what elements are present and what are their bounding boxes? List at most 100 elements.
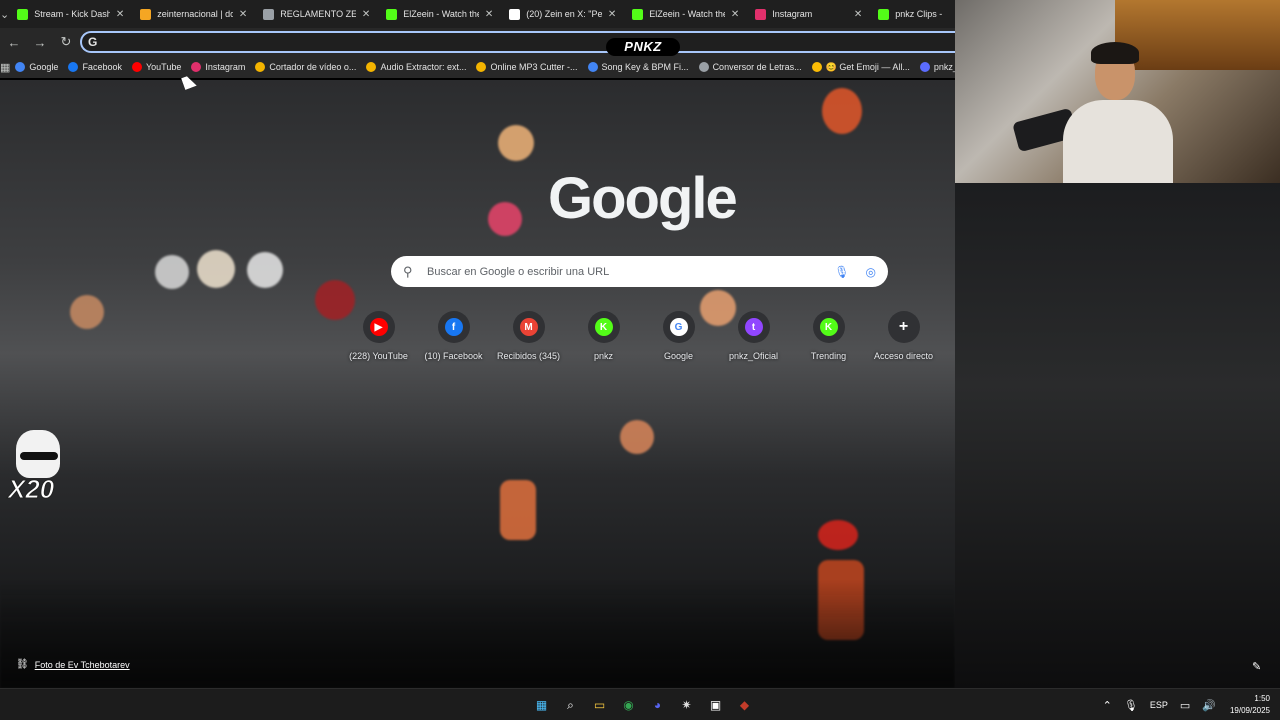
- screen: ⌄ Stream - Kick Dashbo ✕ zeinternacional…: [0, 0, 1280, 720]
- language-indicator[interactable]: ESP: [1150, 700, 1168, 710]
- tab-search-button[interactable]: ⌄: [0, 0, 9, 28]
- shortcut-tile[interactable]: f (10) Facebook: [416, 311, 491, 361]
- kick-icon: K: [594, 318, 613, 336]
- browser-tab[interactable]: Stream - Kick Dashbo ✕: [9, 0, 132, 28]
- clock[interactable]: 1:50 19/09/2025: [1230, 693, 1270, 717]
- shortcut-circle: K: [587, 311, 620, 343]
- shortcut-circle: t: [737, 311, 770, 343]
- chrome-icon[interactable]: ◉: [617, 693, 641, 717]
- bookmark-item[interactable]: Google: [10, 62, 63, 73]
- streamer-hair: [1091, 42, 1139, 64]
- browser-tab[interactable]: (20) Zein en X: "Pero ✕: [501, 0, 624, 28]
- forward-button[interactable]: →: [28, 30, 52, 54]
- user-icon: [919, 62, 930, 72]
- file-explorer-icon[interactable]: ▭: [588, 693, 612, 717]
- address-bar[interactable]: G: [80, 31, 955, 53]
- bookmark-item[interactable]: Instagram: [186, 62, 250, 73]
- close-icon[interactable]: ✕: [362, 9, 370, 20]
- search-placeholder: Buscar en Google o escribir una URL: [427, 265, 610, 278]
- kick-icon: [632, 8, 644, 20]
- close-icon[interactable]: ✕: [608, 9, 616, 20]
- bookmark-label: 😊 Get Emoji — All...: [825, 61, 910, 72]
- streamer-body: [1063, 100, 1173, 183]
- close-icon[interactable]: ✕: [116, 9, 124, 20]
- bookmark-item[interactable]: Conversor de Letras...: [694, 62, 807, 73]
- voice-search-icon[interactable]: 🎙: [834, 265, 849, 279]
- shortcut-tile[interactable]: + Acceso directo: [866, 311, 941, 361]
- close-icon[interactable]: ✕: [854, 9, 862, 20]
- browser-tab[interactable]: ElZeein - Watch the V ✕: [378, 0, 501, 28]
- audio-icon: [366, 62, 377, 72]
- tab-title: ElZeein - Watch the V: [403, 9, 479, 19]
- network-icon[interactable]: ▭: [1180, 699, 1190, 712]
- start-icon[interactable]: ▦: [530, 693, 554, 717]
- browser-tab[interactable]: ElZeein - Watch the V ✕: [624, 0, 747, 28]
- instagram-icon: [755, 8, 767, 20]
- lens-icon[interactable]: ◎: [866, 265, 876, 279]
- x20-logo: X20: [7, 430, 64, 505]
- google-icon: [15, 62, 26, 72]
- photo-credit[interactable]: ⛓ Foto de Ev Tchebotarev: [16, 659, 130, 670]
- dota-icon[interactable]: ◆: [733, 693, 757, 717]
- webcam-overlay: [955, 0, 1280, 183]
- bookmark-label: Cortador de vídeo o...: [269, 62, 357, 72]
- z-icon: [140, 8, 152, 20]
- bookmark-item[interactable]: Facebook: [63, 62, 127, 73]
- bookmark-item[interactable]: Online MP3 Cutter -...: [471, 62, 582, 73]
- shortcut-tile[interactable]: G Google: [641, 311, 716, 361]
- shortcut-tile[interactable]: t pnkz_Oficial: [716, 311, 791, 361]
- kick-icon: K: [819, 318, 838, 336]
- shortcut-label: (10) Facebook: [424, 351, 483, 361]
- search-icon[interactable]: ⌕: [559, 693, 583, 717]
- background-photo: [0, 80, 955, 688]
- bookmark-item[interactable]: Song Key & BPM Fi...: [583, 62, 694, 73]
- tab-title: ElZeein - Watch the V: [649, 9, 725, 19]
- shortcut-label: Google: [663, 351, 694, 361]
- chevron-up-icon[interactable]: ⌃: [1103, 699, 1112, 712]
- google-icon: G: [669, 318, 688, 336]
- back-button[interactable]: ←: [2, 30, 26, 54]
- bookmark-item[interactable]: Cortador de vídeo o...: [250, 62, 361, 73]
- shortcut-tile[interactable]: K Trending: [791, 311, 866, 361]
- tab-strip: ⌄ Stream - Kick Dashbo ✕ zeinternacional…: [0, 0, 985, 28]
- add-icon: +: [898, 318, 909, 335]
- capture-icon[interactable]: ▣: [704, 693, 728, 717]
- shortcut-tile[interactable]: K pnkz: [566, 311, 641, 361]
- close-icon[interactable]: ✕: [485, 9, 493, 20]
- volume-icon[interactable]: 🔊: [1202, 699, 1216, 712]
- bookmark-item[interactable]: 😊 Get Emoji — All...: [807, 62, 915, 73]
- arrow-left-icon: ←: [7, 34, 21, 50]
- address-input[interactable]: [103, 35, 604, 49]
- microphone-icon[interactable]: 🎙: [1124, 699, 1138, 712]
- cutter-icon: [255, 62, 266, 72]
- stream-brand-badge: PNKZ: [606, 38, 680, 56]
- browser-tab[interactable]: REGLAMENTO ZEINT ✕: [255, 0, 378, 28]
- bookmark-label: Online MP3 Cutter -...: [490, 62, 578, 72]
- gmail-icon: M: [519, 318, 538, 336]
- close-icon[interactable]: ✕: [239, 9, 247, 20]
- search-box[interactable]: ⚲ Buscar en Google o escribir una URL 🎙 …: [391, 256, 888, 287]
- shortcut-label: pnkz_Oficial: [728, 351, 779, 361]
- facebook-icon: [68, 62, 79, 72]
- app-icon[interactable]: ✷: [675, 693, 699, 717]
- youtube-icon: ▶: [369, 318, 388, 336]
- reload-button[interactable]: ↻: [54, 30, 78, 54]
- close-icon[interactable]: ✕: [731, 9, 739, 20]
- shortcut-label: (228) YouTube: [349, 351, 408, 361]
- shortcut-label: Acceso directo: [873, 351, 934, 361]
- shortcut-tile[interactable]: ▶ (228) YouTube: [341, 311, 416, 361]
- browser-tab[interactable]: Instagram ✕: [747, 0, 870, 28]
- bookmark-item[interactable]: YouTube: [127, 62, 186, 73]
- browser-tab[interactable]: zeinternacional | dota ✕: [132, 0, 255, 28]
- youtube-icon: [131, 62, 142, 72]
- bookmark-label: Instagram: [205, 62, 246, 72]
- bookmark-label: Google: [29, 62, 59, 72]
- shortcut-tile[interactable]: M Recibidos (345): [491, 311, 566, 361]
- bookmark-item[interactable]: Audio Extractor: ext...: [361, 62, 471, 73]
- mp3-icon: [476, 62, 487, 72]
- link-icon: ⛓: [16, 659, 29, 670]
- apps-grid-icon[interactable]: ▦: [0, 61, 10, 74]
- discord-icon[interactable]: ◕: [646, 693, 670, 717]
- bookmark-item[interactable]: pnkz_Oficial - Tr: [915, 62, 955, 73]
- customize-pencil-icon[interactable]: ✎: [1252, 660, 1261, 673]
